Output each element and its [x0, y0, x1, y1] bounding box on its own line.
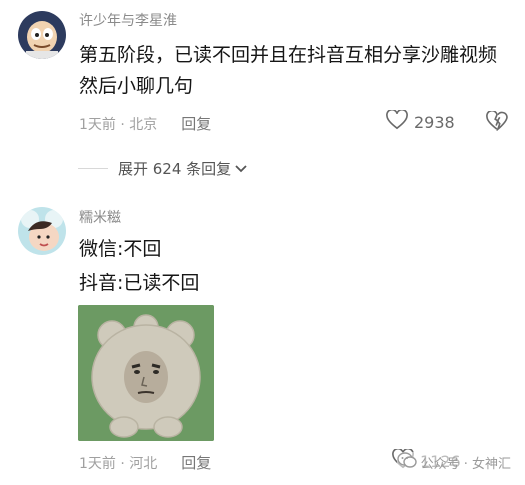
comment-2: 糯米糍 微信:不回 抖音:已读不回 1天前 · 河北 回复: [0, 0, 525, 485]
avatar[interactable]: [18, 207, 66, 255]
comment-meta: 1天前 · 河北 回复: [79, 452, 211, 473]
sticker-image[interactable]: [78, 305, 214, 441]
wechat-icon: [396, 452, 417, 472]
comment-line-1: 微信:不回: [79, 238, 162, 260]
watermark-text: 公众号 · 女神汇: [420, 456, 511, 472]
comment-line-2: 抖音:已读不回: [79, 272, 200, 294]
time-location: 1天前 · 河北: [79, 455, 158, 472]
reply-button[interactable]: 回复: [181, 452, 211, 473]
watermark: 公众号 · 女神汇: [396, 452, 511, 472]
username[interactable]: 糯米糍: [79, 207, 121, 227]
